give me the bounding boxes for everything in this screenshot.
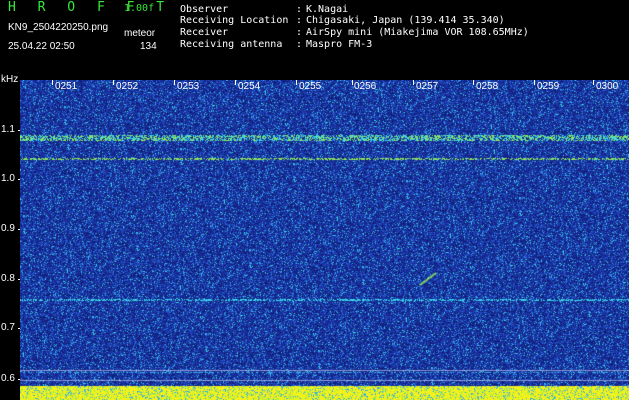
receiver-colon: : xyxy=(296,27,303,38)
x-tick-mark xyxy=(534,80,535,85)
y-tick-label-0-6: 0.6 xyxy=(1,373,15,384)
x-tick-mark xyxy=(235,80,236,85)
x-tick-mark xyxy=(174,80,175,85)
y-tick-label-1-0: 1.0 xyxy=(1,173,15,184)
x-tick-mark xyxy=(473,80,474,85)
app-version: 1.00f xyxy=(124,3,155,14)
antenna-value: Maspro FM-3 xyxy=(306,39,373,50)
x-tick-mark xyxy=(413,80,414,85)
x-tick-mark xyxy=(296,80,297,85)
x-tick-mark xyxy=(593,80,594,85)
location-label: Receiving Location xyxy=(180,15,289,26)
x-tick-mark xyxy=(52,80,53,85)
meteor-label: meteor xyxy=(124,28,156,39)
y-tick-label-0-7: 0.7 xyxy=(1,322,15,333)
y-tick-label-1-1: 1.1 xyxy=(1,124,15,135)
receiver-label: Receiver xyxy=(180,27,229,38)
waterfall-canvas xyxy=(20,80,629,400)
y-tick-label-0-8: 0.8 xyxy=(1,273,15,284)
x-tick-label-0257: 0257 xyxy=(416,81,439,92)
x-tick-label-0254: 0254 xyxy=(238,81,261,92)
x-tick-label-0256: 0256 xyxy=(354,81,377,92)
x-tick-label-0251: 0251 xyxy=(55,81,78,92)
x-tick-label-0253: 0253 xyxy=(177,81,200,92)
x-tick-mark xyxy=(352,80,353,85)
x-tick-label-0258: 0258 xyxy=(476,81,499,92)
spectrogram-waterfall xyxy=(20,80,629,400)
location-colon: : xyxy=(296,15,303,26)
image-filename: KN9_2504220250.png xyxy=(8,22,109,33)
x-tick-mark xyxy=(113,80,114,85)
y-tick-label-0-9: 0.9 xyxy=(1,223,15,234)
capture-datetime: 25.04.22 02:50 xyxy=(8,41,75,52)
x-tick-label-0300: 0300 xyxy=(596,81,619,92)
frequency-unit-label: kHz xyxy=(1,74,19,85)
x-tick-label-0255: 0255 xyxy=(299,81,322,92)
antenna-colon: : xyxy=(296,39,303,50)
antenna-label: Receiving antenna xyxy=(180,39,283,50)
location-value: Chigasaki, Japan (139.414 35.340) xyxy=(306,15,505,26)
meteor-count: 134 xyxy=(140,41,157,52)
receiver-value: AirSpy mini (Miakejima VOR 108.65MHz) xyxy=(306,27,529,38)
x-tick-label-0259: 0259 xyxy=(537,81,560,92)
hrofft-window: H R O F F T 1.00f KN9_2504220250.png 25.… xyxy=(0,0,629,400)
x-tick-label-0252: 0252 xyxy=(116,81,139,92)
